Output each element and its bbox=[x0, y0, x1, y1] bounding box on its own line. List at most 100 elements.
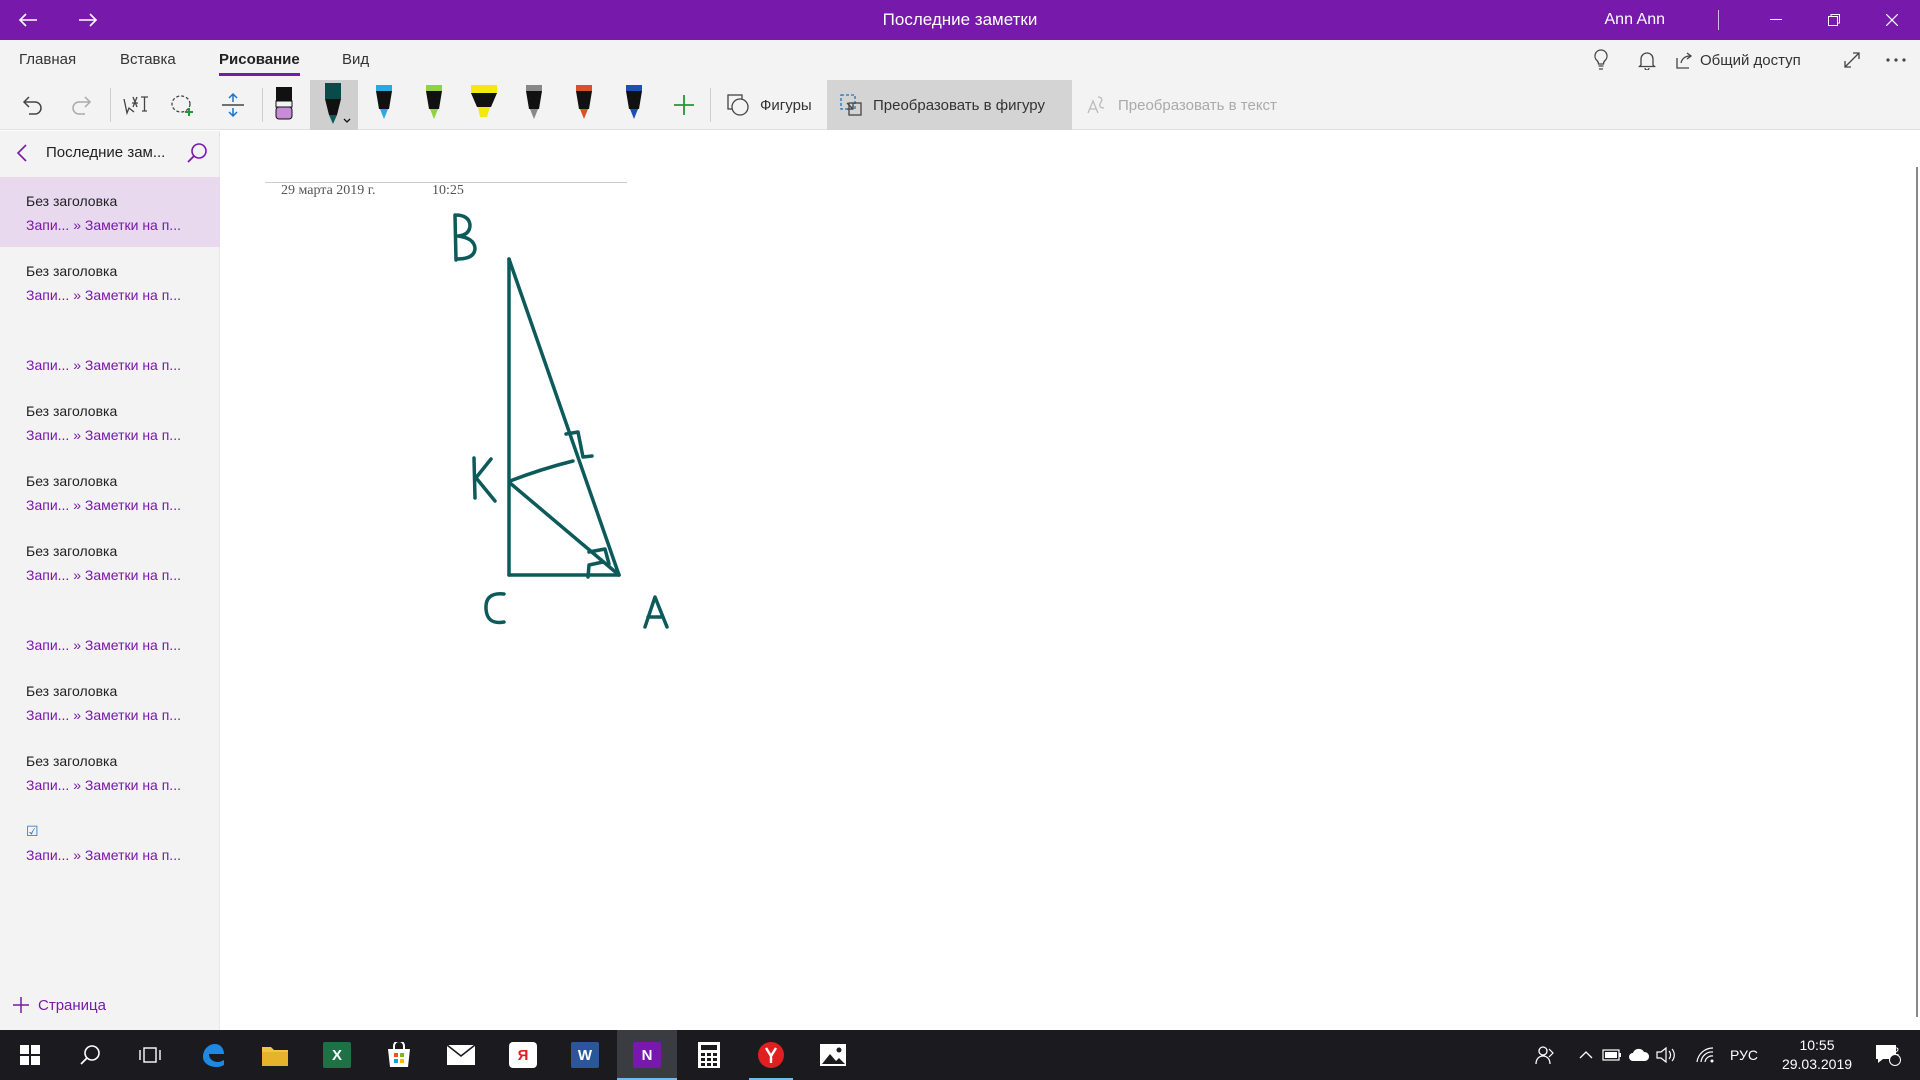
pen-icon bbox=[325, 83, 351, 124]
page-title: Без заголовка bbox=[26, 193, 118, 209]
pen-blue[interactable] bbox=[364, 80, 404, 130]
redo-icon[interactable] bbox=[62, 80, 102, 130]
page-title bbox=[26, 611, 220, 631]
chevron-left-icon[interactable] bbox=[10, 141, 34, 165]
ink-drawing[interactable] bbox=[221, 131, 1021, 731]
word-icon[interactable]: W bbox=[555, 1030, 615, 1080]
start-button[interactable] bbox=[0, 1030, 60, 1080]
page-subtitle: Запи... » Заметки на п... bbox=[26, 287, 181, 303]
yandex-browser-icon[interactable]: Я bbox=[493, 1030, 553, 1080]
eraser-color bbox=[275, 106, 293, 120]
plus-icon bbox=[13, 997, 29, 1013]
calculator-icon[interactable] bbox=[679, 1030, 739, 1080]
tab-view[interactable]: Вид bbox=[342, 40, 369, 80]
clock-date: 29.03.2019 bbox=[1781, 1056, 1853, 1072]
back-icon[interactable] bbox=[8, 0, 48, 40]
ink-letter-k bbox=[472, 456, 497, 503]
lasso-select-icon[interactable] bbox=[162, 80, 204, 130]
page-item[interactable]: Запи... » Заметки на п... bbox=[0, 597, 220, 667]
ink-to-shape-icon bbox=[840, 94, 862, 116]
lightbulb-icon[interactable] bbox=[1581, 40, 1621, 80]
eraser-tool[interactable] bbox=[264, 80, 304, 130]
restore-icon[interactable] bbox=[1806, 0, 1862, 40]
type-select-icon[interactable] bbox=[114, 80, 156, 130]
title-separator bbox=[1718, 10, 1719, 30]
pen-navy[interactable] bbox=[614, 80, 654, 130]
bell-icon[interactable] bbox=[1627, 40, 1667, 80]
task-view-icon[interactable] bbox=[120, 1030, 180, 1080]
file-explorer-icon[interactable] bbox=[245, 1030, 305, 1080]
page-subtitle: Запи... » Заметки на п... bbox=[26, 427, 181, 443]
page-subtitle: Запи... » Заметки на п... bbox=[26, 217, 181, 233]
more-icon[interactable] bbox=[1876, 40, 1916, 80]
section-name[interactable]: Последние зам... bbox=[46, 131, 165, 175]
onedrive-icon[interactable] bbox=[1626, 1030, 1652, 1080]
minimize-icon[interactable] bbox=[1748, 0, 1804, 40]
volume-icon[interactable] bbox=[1654, 1030, 1678, 1080]
page-item[interactable]: Без заголовка Запи... » Заметки на п... bbox=[0, 177, 220, 247]
photos-icon[interactable] bbox=[803, 1030, 863, 1080]
page-title bbox=[26, 331, 220, 351]
page-item[interactable]: Без заголовка Запи... » Заметки на п... bbox=[0, 667, 220, 737]
mail-icon[interactable] bbox=[431, 1030, 491, 1080]
pen-selected[interactable] bbox=[310, 80, 358, 130]
search-icon[interactable] bbox=[184, 141, 210, 165]
page-item[interactable]: Без заголовка Запи... » Заметки на п... bbox=[0, 737, 220, 807]
store-icon[interactable] bbox=[369, 1030, 429, 1080]
eraser-icon bbox=[275, 87, 293, 120]
toolbar-separator bbox=[262, 88, 263, 122]
add-page-button[interactable]: Страница bbox=[12, 993, 106, 1017]
tab-insert[interactable]: Вставка bbox=[120, 40, 176, 80]
chevron-up-icon[interactable] bbox=[1575, 1030, 1597, 1080]
onenote-icon[interactable]: N bbox=[617, 1030, 677, 1080]
yandex-icon[interactable] bbox=[741, 1030, 801, 1080]
page-item[interactable]: Запи... » Заметки на п... bbox=[0, 317, 220, 387]
page-subtitle: Запи... » Заметки на п... bbox=[26, 497, 181, 513]
tab-draw[interactable]: Рисование bbox=[219, 40, 300, 80]
edge-icon[interactable] bbox=[183, 1030, 243, 1080]
undo-icon[interactable] bbox=[12, 80, 52, 130]
pen-green[interactable] bbox=[414, 80, 454, 130]
close-icon[interactable] bbox=[1864, 0, 1920, 40]
share-button[interactable]: Общий доступ bbox=[1676, 40, 1801, 80]
ink-to-shape-label: Преобразовать в фигуру bbox=[873, 96, 1045, 114]
ink-to-text-button[interactable]: Преобразовать в текст bbox=[1072, 80, 1289, 130]
people-icon[interactable] bbox=[1530, 1030, 1560, 1080]
note-canvas[interactable]: 29 марта 2019 г. 10:25 bbox=[221, 131, 1920, 1030]
title-bar: Последние заметки Ann Ann bbox=[0, 0, 1920, 40]
tab-home[interactable]: Главная bbox=[19, 40, 76, 80]
page-item[interactable]: Без заголовка Запи... » Заметки на п... bbox=[0, 527, 220, 597]
fullscreen-icon[interactable] bbox=[1832, 40, 1872, 80]
wifi-icon[interactable] bbox=[1693, 1030, 1717, 1080]
user-name[interactable]: Ann Ann bbox=[1605, 0, 1666, 40]
page-subtitle: Запи... » Заметки на п... bbox=[26, 637, 181, 653]
ink-to-text-label: Преобразовать в текст bbox=[1118, 96, 1277, 114]
highlighter-yellow[interactable] bbox=[464, 80, 504, 130]
vertical-scrollbar[interactable] bbox=[1916, 167, 1918, 1017]
draw-toolbar: Фигуры Преобразовать в фигуру Преобразов… bbox=[0, 80, 1920, 130]
page-item[interactable]: Без заголовка Запи... » Заметки на п... bbox=[0, 457, 220, 527]
excel-icon[interactable]: X bbox=[307, 1030, 367, 1080]
notifications-icon[interactable]: 2 bbox=[1866, 1030, 1910, 1080]
add-pen-icon[interactable] bbox=[664, 80, 704, 130]
battery-icon[interactable] bbox=[1600, 1030, 1624, 1080]
language-indicator[interactable]: РУС bbox=[1730, 1030, 1758, 1080]
ink-to-shape-button[interactable]: Преобразовать в фигуру bbox=[827, 80, 1072, 130]
search-taskbar-icon[interactable] bbox=[60, 1030, 120, 1080]
taskbar: X Я W N РУС 10:55 29.03.2019 2 bbox=[0, 1030, 1920, 1080]
forward-icon[interactable] bbox=[68, 0, 108, 40]
page-title: Без заголовка bbox=[26, 263, 118, 279]
shapes-button[interactable]: Фигуры bbox=[714, 80, 824, 130]
page-item[interactable]: Без заголовка Запи... » Заметки на п... bbox=[0, 387, 220, 457]
page-subtitle: Запи... » Заметки на п... bbox=[26, 707, 181, 723]
pen-galaxy[interactable] bbox=[564, 80, 604, 130]
ink-letter-c bbox=[484, 592, 506, 625]
pencil-gray[interactable] bbox=[514, 80, 554, 130]
toolbar-separator bbox=[110, 88, 111, 122]
page-item[interactable]: Без заголовка Запи... » Заметки на п... bbox=[0, 247, 220, 317]
clock-time: 10:55 bbox=[1799, 1037, 1835, 1053]
add-space-icon[interactable] bbox=[212, 80, 254, 130]
page-item[interactable]: ☑ Запи... » Заметки на п... bbox=[0, 807, 220, 877]
clock[interactable]: 10:55 29.03.2019 bbox=[1772, 1036, 1862, 1074]
page-subtitle: Запи... » Заметки на п... bbox=[26, 567, 181, 583]
